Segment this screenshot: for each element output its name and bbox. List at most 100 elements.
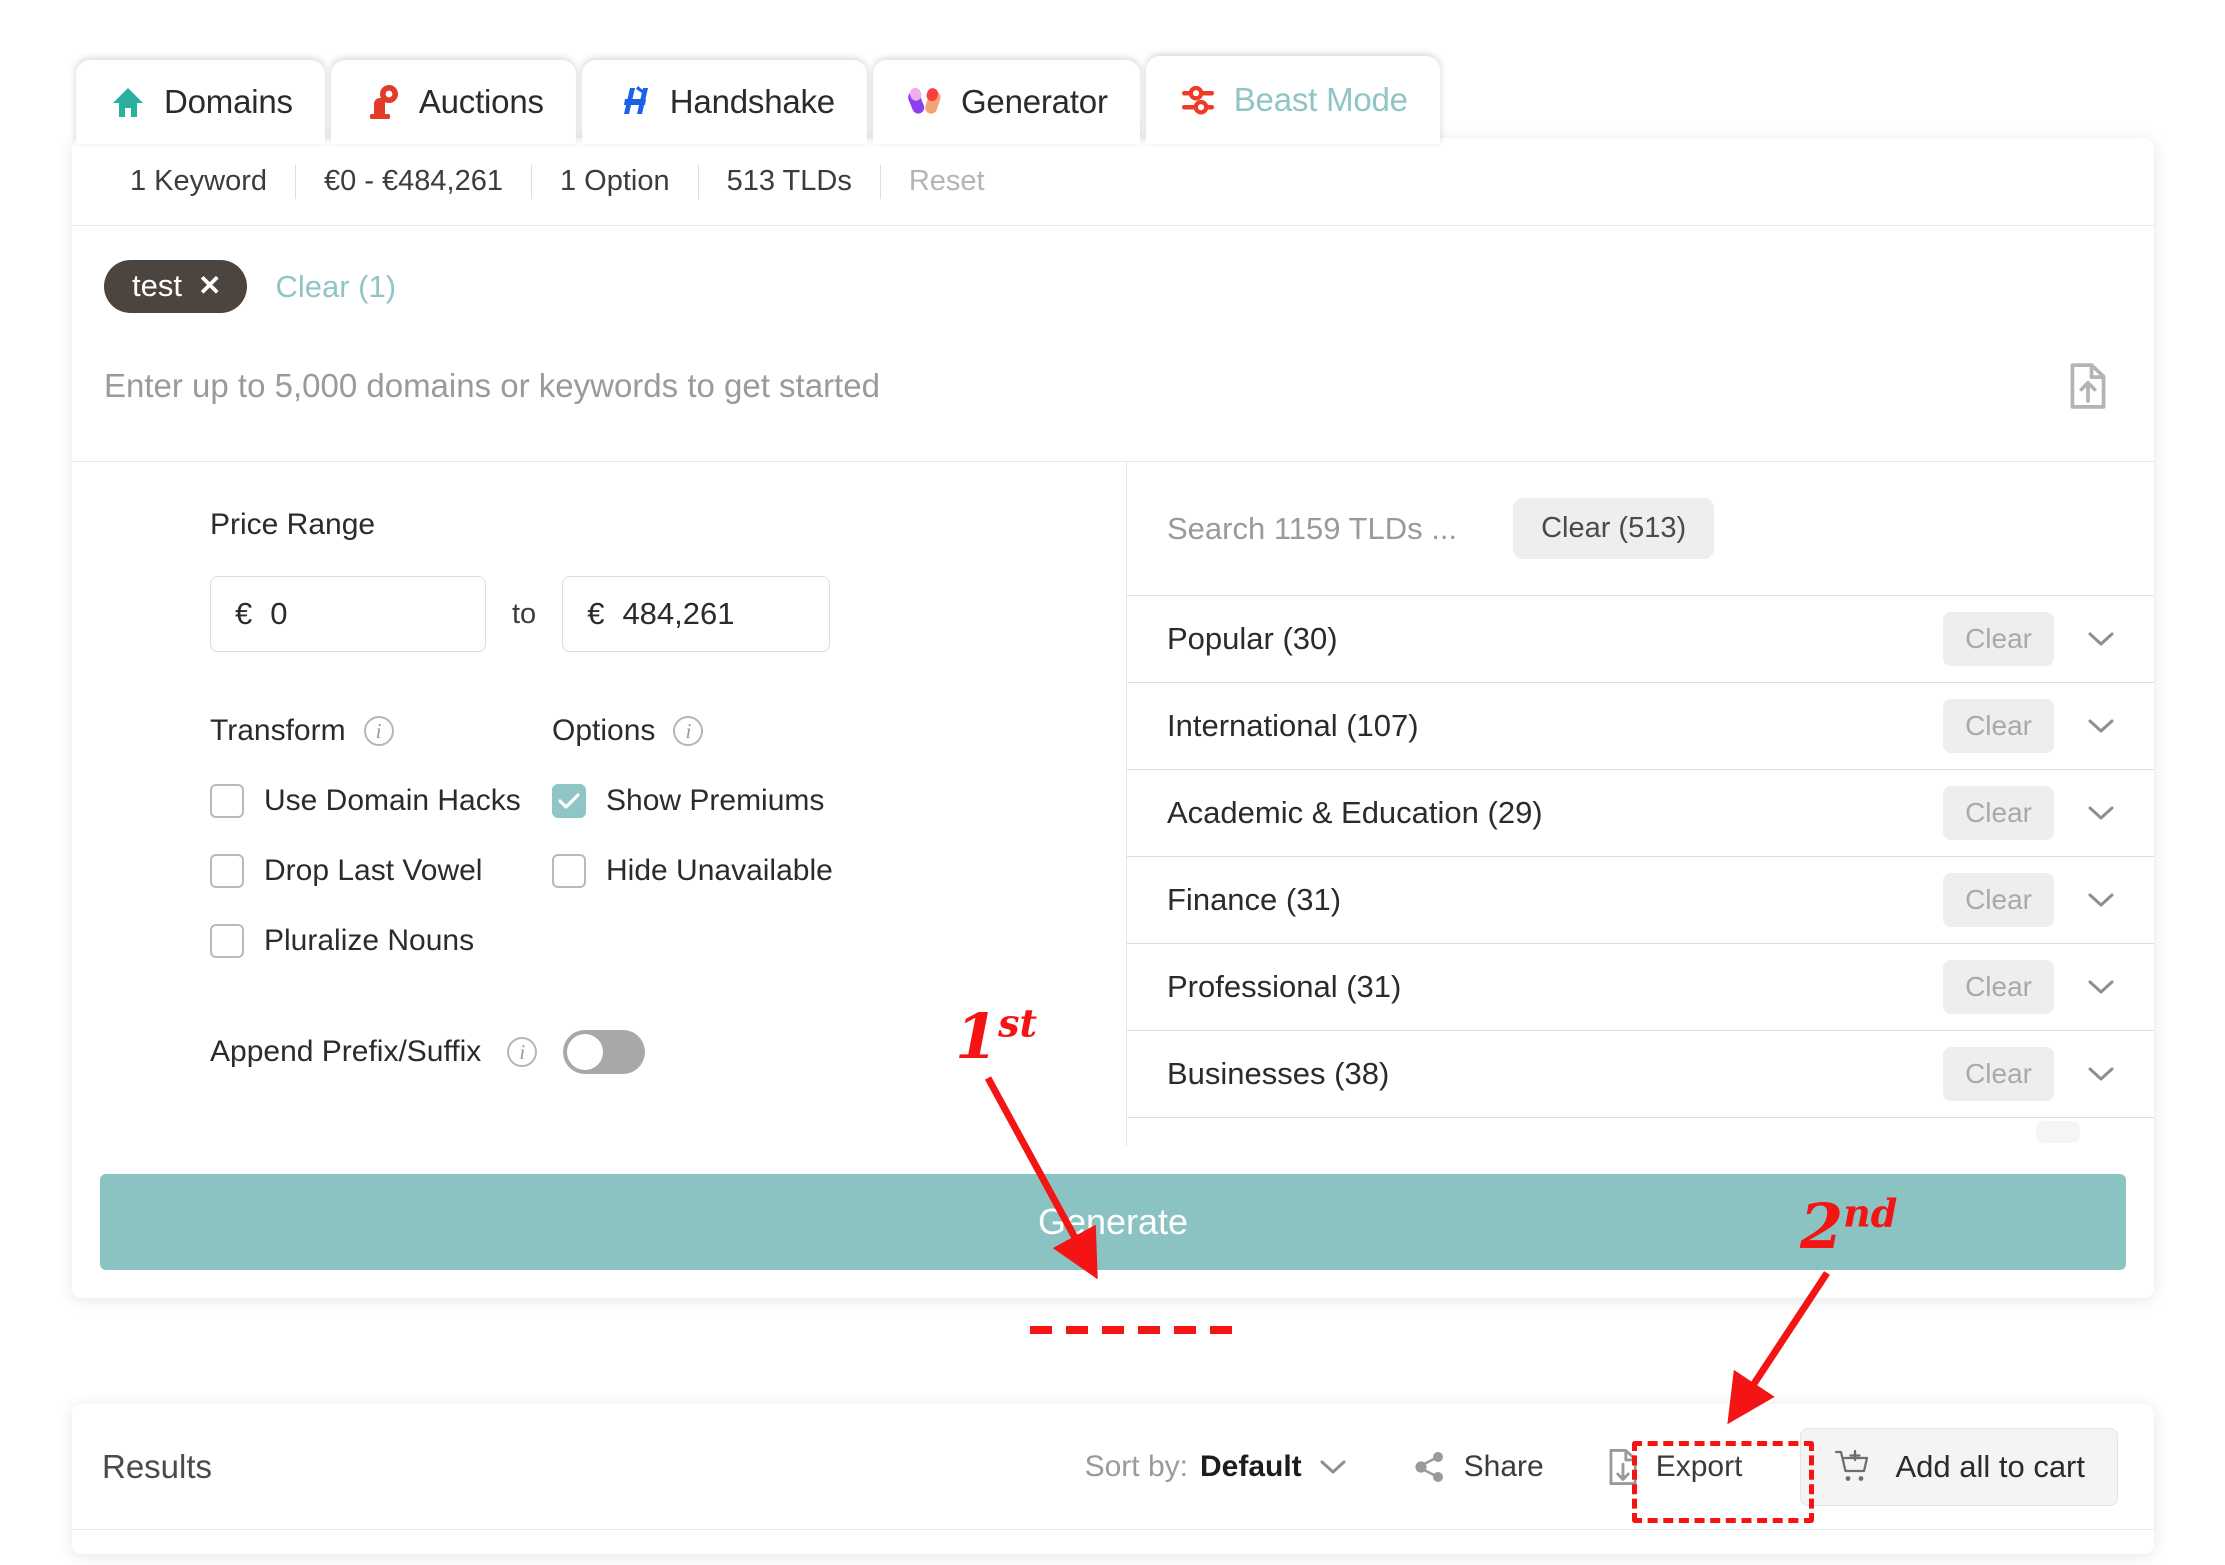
tab-generator-label: Generator <box>960 83 1108 120</box>
main-tabbar: Domains Auctions Handshake Generator Bea… <box>76 56 1446 144</box>
summary-tlds[interactable]: 513 TLDs <box>699 165 880 198</box>
tld-category-clear-button[interactable] <box>2036 1121 2080 1143</box>
tld-category-clear-button[interactable]: Clear <box>1943 699 2054 753</box>
house-icon <box>108 82 148 122</box>
export-button[interactable]: Export <box>1606 1448 1742 1486</box>
tld-category-businesses[interactable]: Businesses (38) Clear <box>1127 1031 2154 1118</box>
tab-beast-mode[interactable]: Beast Mode <box>1145 56 1440 144</box>
tld-search-input[interactable]: Search 1159 TLDs ... <box>1167 511 1457 547</box>
file-download-icon <box>1606 1448 1640 1486</box>
tld-category-clear-button[interactable]: Clear <box>1943 786 2054 840</box>
sort-by-dropdown[interactable]: Sort by: Default <box>1085 1450 1346 1484</box>
checkbox-box[interactable] <box>210 784 244 818</box>
tld-category-professional[interactable]: Professional (31) Clear <box>1127 944 2154 1031</box>
checkbox-label: Show Premiums <box>606 784 825 817</box>
sliders-icon <box>1178 80 1218 120</box>
chevron-down-icon[interactable] <box>2088 631 2114 647</box>
cart-plus-icon <box>1833 1447 1873 1487</box>
tld-pane: Search 1159 TLDs ... Clear (513) Popular… <box>1127 462 2154 1146</box>
checkbox-pluralize-nouns[interactable]: Pluralize Nouns <box>210 924 552 958</box>
price-min-field[interactable]: € 0 <box>210 576 486 652</box>
generate-button[interactable]: Generate <box>100 1174 2126 1270</box>
beast-mode-page: Domains Auctions Handshake Generator Bea… <box>0 0 2225 1565</box>
tld-category-label: Academic & Education (29) <box>1167 795 1543 830</box>
tld-category-clear-button[interactable]: Clear <box>1943 612 2054 666</box>
tld-category-label: Finance (31) <box>1167 882 1342 917</box>
keywords-area: test ✕ Clear (1) <box>72 226 2154 313</box>
summary-price[interactable]: €0 - €484,261 <box>296 165 531 198</box>
chevron-down-icon[interactable] <box>1320 1459 1346 1475</box>
chevron-down-icon[interactable] <box>2088 892 2114 908</box>
checkbox-label: Use Domain Hacks <box>264 784 521 817</box>
options-column: Options i Show Premiums Hide Unavailable <box>552 714 894 958</box>
tld-category-label: Businesses (38) <box>1167 1056 1390 1091</box>
info-icon[interactable]: i <box>363 716 394 746</box>
transform-column: Transform i Use Domain Hacks Drop Last V… <box>210 714 552 958</box>
summary-keywords[interactable]: 1 Keyword <box>104 165 295 198</box>
tld-category-international[interactable]: International (107) Clear <box>1127 683 2154 770</box>
checkbox-label: Drop Last Vowel <box>264 854 483 887</box>
checkbox-use-domain-hacks[interactable]: Use Domain Hacks <box>210 784 552 818</box>
tld-category-finance[interactable]: Finance (31) Clear <box>1127 857 2154 944</box>
chevron-down-icon[interactable] <box>2088 979 2114 995</box>
clear-keywords-button[interactable]: Clear (1) <box>275 269 396 305</box>
transform-options-wrap: Transform i Use Domain Hacks Drop Last V… <box>72 714 1126 958</box>
handshake-hns-icon <box>614 82 654 122</box>
checkbox-box[interactable] <box>552 854 586 888</box>
checkbox-label: Pluralize Nouns <box>264 924 475 957</box>
tab-domains[interactable]: Domains <box>76 60 325 144</box>
chevron-down-icon[interactable] <box>2088 1066 2114 1082</box>
checkbox-box[interactable] <box>210 924 244 958</box>
tab-domains-label: Domains <box>164 83 293 120</box>
sort-by-value: Default <box>1199 1449 1302 1483</box>
transform-heading: Transform i <box>210 714 552 748</box>
currency-symbol: € <box>235 596 253 631</box>
price-min-value: 0 <box>270 596 288 631</box>
append-prefix-suffix-row: Append Prefix/Suffix i <box>72 1030 1126 1134</box>
chip-row: test ✕ Clear (1) <box>104 260 2122 313</box>
options-title: Options <box>552 714 656 747</box>
keyword-input-row[interactable]: Enter up to 5,000 domains or keywords to… <box>72 313 2154 461</box>
results-card: Results Sort by: Default Share Export Ad… <box>72 1404 2154 1554</box>
reset-button[interactable]: Reset <box>881 165 1013 198</box>
tld-clear-all-button[interactable]: Clear (513) <box>1513 498 1715 559</box>
tab-generator[interactable]: Generator <box>872 60 1140 144</box>
generator-pills-icon <box>905 82 945 122</box>
chevron-down-icon[interactable] <box>2088 718 2114 734</box>
price-to-label: to <box>512 597 537 630</box>
price-max-field[interactable]: € 484,261 <box>562 576 831 652</box>
tab-beast-mode-label: Beast Mode <box>1233 81 1408 118</box>
info-icon[interactable]: i <box>507 1037 538 1067</box>
keyword-input-placeholder[interactable]: Enter up to 5,000 domains or keywords to… <box>104 367 880 405</box>
file-upload-icon[interactable] <box>2066 363 2110 409</box>
tld-category-clear-button[interactable]: Clear <box>1943 960 2054 1014</box>
tld-category-popular[interactable]: Popular (30) Clear <box>1127 596 2154 683</box>
keyword-chip[interactable]: test ✕ <box>104 260 248 313</box>
info-icon[interactable]: i <box>673 716 704 746</box>
price-range-inputs: € 0 to € 484,261 <box>72 576 1126 652</box>
tld-category-academic-education[interactable]: Academic & Education (29) Clear <box>1127 770 2154 857</box>
tld-category-partial[interactable] <box>1127 1118 2154 1146</box>
checkbox-box[interactable] <box>210 854 244 888</box>
tab-handshake[interactable]: Handshake <box>581 60 867 144</box>
transform-title: Transform <box>210 714 346 747</box>
currency-symbol: € <box>587 596 605 631</box>
checkbox-hide-unavailable[interactable]: Hide Unavailable <box>552 854 894 888</box>
tld-category-clear-button[interactable]: Clear <box>1943 1047 2054 1101</box>
auction-gavel-icon <box>363 82 403 122</box>
tab-handshake-label: Handshake <box>669 83 835 120</box>
chevron-down-icon[interactable] <box>2088 805 2114 821</box>
checkbox-box[interactable] <box>552 784 586 818</box>
append-prefix-suffix-label: Append Prefix/Suffix <box>210 1035 482 1068</box>
checkbox-drop-last-vowel[interactable]: Drop Last Vowel <box>210 854 552 888</box>
add-all-to-cart-button[interactable]: Add all to cart <box>1800 1427 2118 1506</box>
tld-category-clear-button[interactable]: Clear <box>1943 873 2054 927</box>
tab-auctions[interactable]: Auctions <box>330 60 576 144</box>
checkbox-show-premiums[interactable]: Show Premiums <box>552 784 894 818</box>
append-prefix-suffix-toggle[interactable] <box>563 1030 646 1074</box>
share-button[interactable]: Share <box>1412 1449 1544 1485</box>
close-icon[interactable]: ✕ <box>198 271 221 300</box>
tld-category-label: Professional (31) <box>1167 969 1402 1004</box>
tld-search-row: Search 1159 TLDs ... Clear (513) <box>1127 462 2154 596</box>
summary-options[interactable]: 1 Option <box>532 165 698 198</box>
